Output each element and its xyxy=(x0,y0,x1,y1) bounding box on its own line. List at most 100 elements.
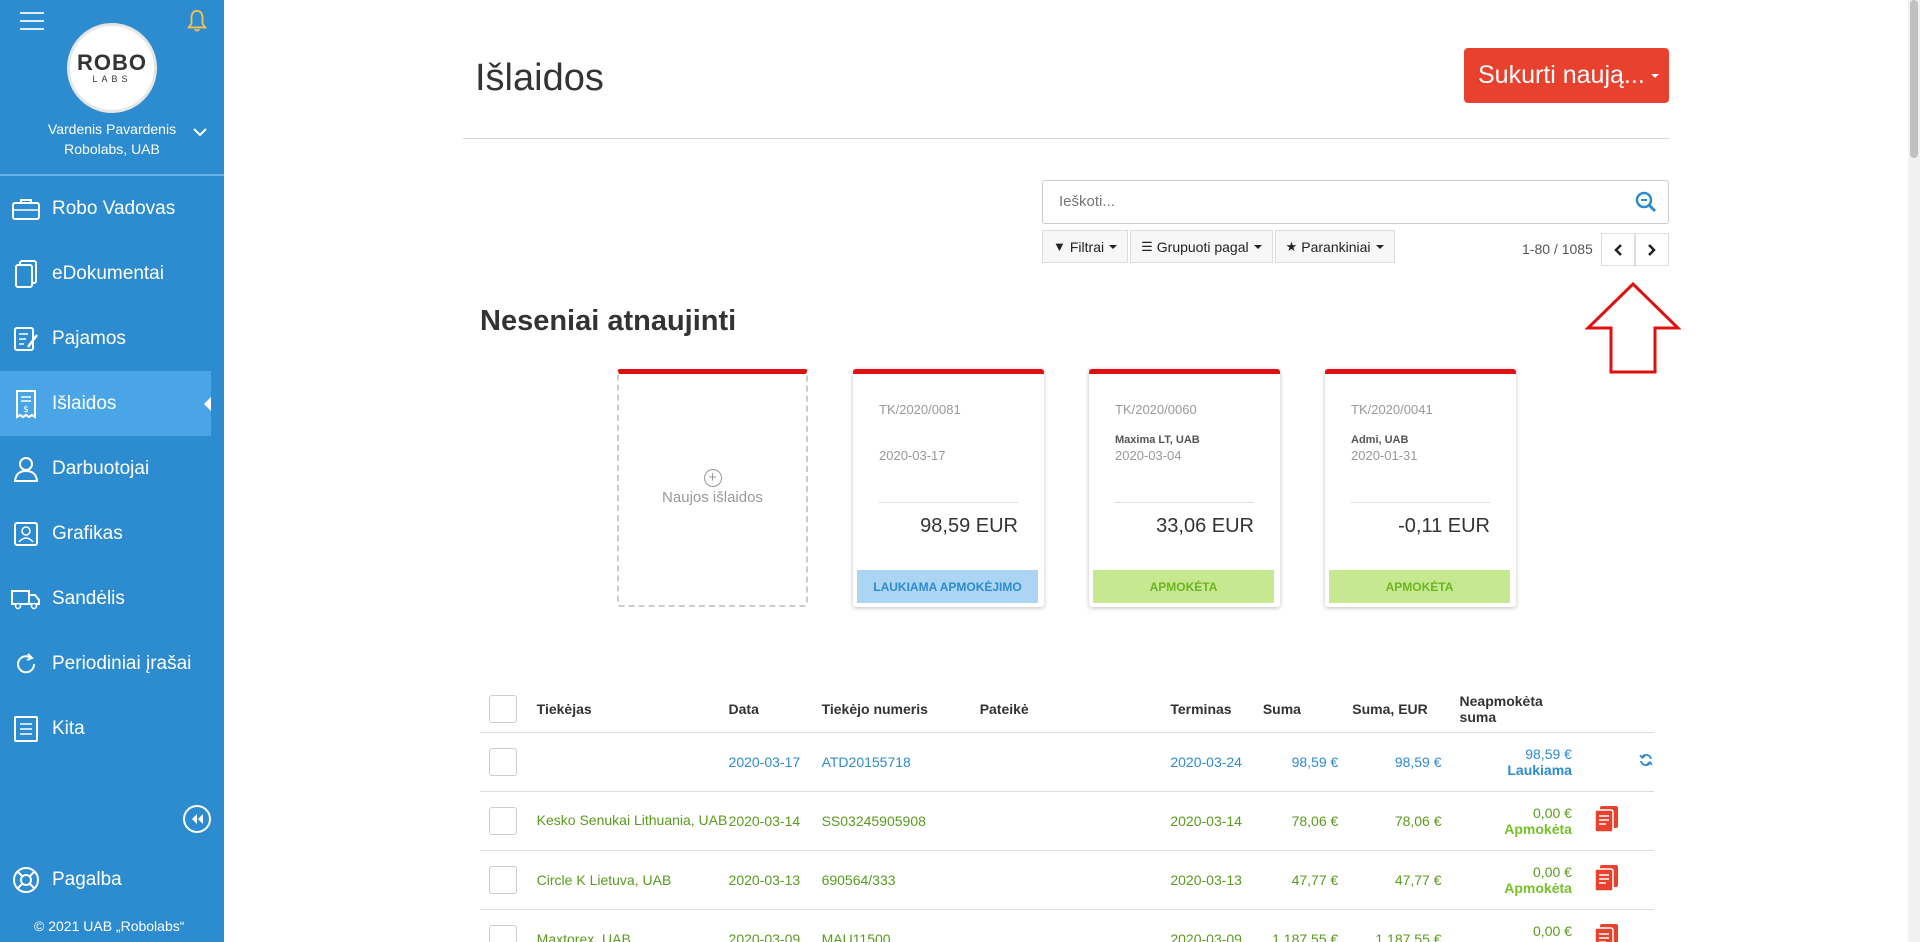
logo-text: ROBO xyxy=(77,50,147,75)
filters-dropdown[interactable]: ▼ Filtrai xyxy=(1042,230,1129,263)
menu-icon[interactable] xyxy=(20,12,44,30)
user-info[interactable]: Vardenis Pavardenis Robolabs, UAB xyxy=(36,119,188,159)
documents-icon[interactable] xyxy=(1592,804,1620,834)
chevron-down-icon[interactable] xyxy=(192,126,208,138)
table-row[interactable]: Maxtorex, UAB 2020-03-09 MAU11500 2020-0… xyxy=(480,909,1654,942)
sidebar-item-sandelis[interactable]: Sandėlis xyxy=(0,566,224,631)
sidebar: ROBO LABS Vardenis Pavardenis Robolabs, … xyxy=(0,0,224,942)
user-company: Robolabs, UAB xyxy=(64,141,160,157)
column-header[interactable]: Suma xyxy=(1262,687,1353,733)
cell-supplier-number: ATD20155718 xyxy=(821,732,980,792)
card-status-badge: APMOKĖTA xyxy=(1329,570,1510,603)
cell-supplier xyxy=(536,732,729,792)
sidebar-item-darbuotojai[interactable]: Darbuotojai xyxy=(0,436,224,501)
sidebar-item-periodiniai-irasai[interactable]: Periodiniai įrašai xyxy=(0,631,224,696)
filter-bar: ▼ Filtrai ☰ Grupuoti pagal ★ Parankiniai xyxy=(1042,230,1397,263)
svg-text:$: $ xyxy=(23,405,29,415)
column-header[interactable]: Tiekėjo numeris xyxy=(821,687,980,733)
table-row[interactable]: Kesko Senukai Lithuania, UAB 2020-03-14 … xyxy=(480,791,1654,851)
sidebar-item-pajamos[interactable]: Pajamos xyxy=(0,306,224,371)
row-checkbox[interactable] xyxy=(489,806,517,835)
cell-sum: 1 187,55 € xyxy=(1262,909,1353,942)
cell-date: 2020-03-14 xyxy=(728,791,822,851)
chevron-left-icon xyxy=(1614,243,1622,256)
copyright: © 2021 UAB „Robolabs“ xyxy=(34,918,185,934)
row-checkbox[interactable] xyxy=(489,747,517,776)
column-header[interactable]: Tiekėjas xyxy=(536,687,729,733)
cell-due-date: 2020-03-13 xyxy=(1170,850,1263,910)
double-chevron-left-icon xyxy=(192,814,203,824)
column-header-actions xyxy=(1577,687,1654,733)
new-expense-content: + Naujos išlaidos xyxy=(619,469,806,506)
column-header[interactable]: Neapmokėta suma xyxy=(1441,687,1578,733)
card-number: TK/2020/0060 xyxy=(1115,402,1197,417)
row-checkbox[interactable] xyxy=(489,924,517,942)
pager-counter[interactable]: 1-80 / 1085 xyxy=(1522,241,1593,257)
sidebar-item-label: eDokumentai xyxy=(52,262,164,284)
cell-sum: 78,06 € xyxy=(1262,791,1353,851)
table-row[interactable]: 2020-03-17 ATD20155718 2020-03-24 98,59 … xyxy=(480,732,1654,792)
group-by-dropdown[interactable]: ☰ Grupuoti pagal xyxy=(1130,230,1273,263)
documents-icon[interactable] xyxy=(1592,922,1620,942)
column-header[interactable]: Terminas xyxy=(1170,687,1263,733)
plus-circle-icon: + xyxy=(703,469,722,487)
search-icon[interactable] xyxy=(1634,190,1658,214)
card-number: TK/2020/0081 xyxy=(879,402,961,417)
recent-card[interactable]: TK/2020/0041 Admi, UAB 2020-01-31 -0,11 … xyxy=(1325,369,1516,607)
caret-down-icon xyxy=(1109,244,1118,249)
cell-sum-eur: 78,06 € xyxy=(1352,791,1442,851)
sidebar-nav: Robo Vadovas eDokumentai Pajamos $ Išlai… xyxy=(0,176,224,761)
row-checkbox[interactable] xyxy=(489,865,517,894)
favorites-dropdown[interactable]: ★ Parankiniai xyxy=(1274,230,1395,263)
cell-unpaid: 0,00 € Apmokėta xyxy=(1441,850,1578,910)
sync-icon[interactable] xyxy=(1638,752,1654,768)
create-new-label: Sukurti naują... xyxy=(1478,61,1645,89)
next-page-button[interactable] xyxy=(1635,233,1669,266)
select-all-checkbox[interactable] xyxy=(489,695,517,724)
pager xyxy=(1601,233,1669,266)
recent-card[interactable]: TK/2020/0081 2020-03-17 98,59 EUR LAUKIA… xyxy=(853,369,1044,607)
scrollbar-thumb[interactable] xyxy=(1910,0,1918,158)
column-header[interactable]: Pateikė xyxy=(979,687,1171,733)
card-amount: 98,59 EUR xyxy=(920,515,1018,537)
collapse-sidebar-button[interactable] xyxy=(183,805,211,833)
caret-down-icon xyxy=(1650,73,1659,78)
cell-unpaid: 98,59 € Laukiama xyxy=(1441,732,1578,792)
caret-down-icon xyxy=(1375,244,1384,249)
payment-status: Apmokėta xyxy=(1504,879,1572,896)
table-row[interactable]: Circle K Lietuva, UAB 2020-03-13 690564/… xyxy=(480,850,1654,910)
sidebar-item-islaidos[interactable]: $ Išlaidos xyxy=(0,371,211,436)
search-box xyxy=(1042,180,1669,224)
cell-due-date: 2020-03-24 xyxy=(1170,732,1263,792)
cell-submitted xyxy=(979,850,1171,910)
unpaid-value: 0,00 € xyxy=(1533,863,1572,880)
new-expense-card[interactable]: + Naujos išlaidos xyxy=(617,369,808,607)
sidebar-item-label: Pajamos xyxy=(52,327,126,349)
card-date: 2020-03-17 xyxy=(879,448,946,463)
sidebar-item-robo-vadovas[interactable]: Robo Vadovas xyxy=(0,176,224,241)
list-icon xyxy=(10,713,42,745)
sidebar-item-edokumentai[interactable]: eDokumentai xyxy=(0,241,224,306)
card-status-badge: APMOKĖTA xyxy=(1093,570,1274,603)
bell-icon[interactable] xyxy=(186,8,208,34)
column-header[interactable]: Suma, EUR xyxy=(1352,687,1442,733)
cell-sum: 98,59 € xyxy=(1262,732,1353,792)
help-label: Pagalba xyxy=(52,869,122,890)
sidebar-item-grafikas[interactable]: Grafikas xyxy=(0,501,224,566)
documents-icon[interactable] xyxy=(1592,863,1620,893)
favorites-label: Parankiniai xyxy=(1301,238,1371,255)
page-scrollbar[interactable] xyxy=(1908,0,1920,942)
page-title: Išlaidos xyxy=(475,57,604,99)
filters-label: Filtrai xyxy=(1069,238,1105,255)
search-input[interactable] xyxy=(1059,181,1619,221)
edit-document-icon xyxy=(10,323,42,355)
column-header[interactable]: Data xyxy=(728,687,822,733)
previous-page-button[interactable] xyxy=(1601,233,1635,266)
payment-status: Laukiama xyxy=(1507,761,1572,778)
create-new-button[interactable]: Sukurti naują... xyxy=(1464,48,1669,103)
sidebar-item-pagalba[interactable]: Pagalba xyxy=(10,864,122,896)
recent-card[interactable]: TK/2020/0060 Maxima LT, UAB 2020-03-04 3… xyxy=(1089,369,1280,607)
card-partner: Maxima LT, UAB xyxy=(1115,434,1200,446)
sidebar-item-kita[interactable]: Kita xyxy=(0,696,224,761)
card-divider xyxy=(1115,502,1254,503)
